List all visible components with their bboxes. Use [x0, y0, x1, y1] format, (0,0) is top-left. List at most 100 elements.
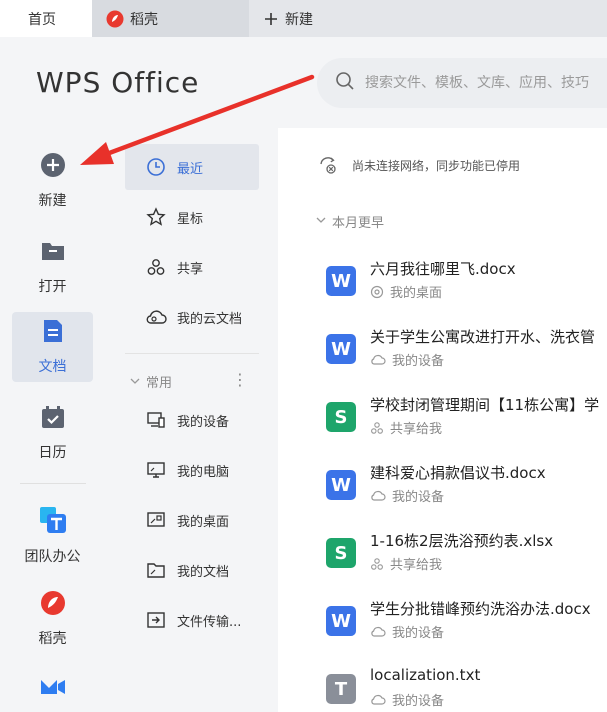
nav-computer-label: 我的电脑 — [177, 464, 230, 480]
tab-bar: 首页 稻壳 新建 — [0, 0, 607, 37]
nav-share-label: 共享 — [177, 261, 204, 277]
desktop-icon — [145, 509, 167, 531]
nav-transfer[interactable]: 文件传输... — [125, 597, 259, 643]
tab-new-label: 新建 — [285, 11, 313, 28]
nav-cloud-label: 我的云文档 — [177, 311, 243, 327]
text-file-icon: T — [326, 674, 356, 704]
tab-home-label: 首页 — [28, 11, 56, 28]
word-doc-icon: W — [326, 266, 356, 296]
nav-computer[interactable]: 我的电脑 — [125, 447, 259, 493]
location-icon — [370, 557, 384, 571]
spreadsheet-icon: S — [326, 402, 356, 432]
location-icon — [370, 354, 386, 366]
section-label: 本月更早 — [332, 216, 385, 231]
file-location: 我的设备 — [370, 486, 444, 505]
chevron-down-icon — [316, 214, 326, 229]
file-row[interactable]: S 1-16栋2层洗浴预约表.xlsx 共享给我 — [326, 530, 607, 586]
spreadsheet-icon: S — [326, 538, 356, 568]
nav-group-label: 常用 — [146, 375, 173, 391]
file-location: 共享给我 — [370, 418, 442, 437]
nav-share[interactable]: 共享 — [125, 244, 259, 290]
wps-logo: WPS Office — [36, 66, 200, 99]
file-location-label: 共享给我 — [390, 422, 443, 437]
tab-daoke[interactable]: 稻壳 — [92, 0, 249, 37]
folder-doc-icon — [145, 559, 167, 581]
star-icon — [145, 206, 167, 228]
nav-transfer-label: 文件传输... — [177, 614, 242, 630]
rail-daoke[interactable]: 稻壳 — [12, 584, 93, 654]
document-icon — [40, 318, 66, 348]
daoke-icon — [106, 10, 124, 28]
file-name: 六月我往哪里飞.docx — [370, 260, 516, 278]
chevron-down-icon — [130, 376, 140, 386]
nav-recent[interactable]: 最近 — [125, 144, 259, 190]
search-box[interactable] — [317, 58, 607, 108]
rail-new-label: 新建 — [38, 193, 67, 209]
rail-docs-label: 文档 — [38, 359, 67, 375]
file-location-label: 我的设备 — [392, 490, 445, 505]
team-icon — [39, 506, 67, 538]
nav-divider — [125, 353, 259, 354]
calendar-icon — [40, 404, 66, 434]
rail-new[interactable]: 新建 — [12, 146, 93, 216]
location-icon — [370, 490, 386, 502]
file-name: 1-16栋2层洗浴预约表.xlsx — [370, 532, 554, 550]
location-icon — [370, 626, 386, 638]
plus-circle-icon — [40, 152, 66, 182]
nav-group-common[interactable]: 常用 ⋮ — [130, 370, 260, 392]
more-icon[interactable]: ⋮ — [232, 370, 248, 389]
location-icon — [370, 694, 386, 706]
rail-open[interactable]: 打开 — [12, 232, 93, 302]
rail-divider — [20, 483, 86, 484]
nav-desktop-label: 我的桌面 — [177, 514, 230, 530]
rail-calendar[interactable]: 日历 — [12, 398, 93, 468]
rail-open-label: 打开 — [38, 279, 67, 295]
nav-recent-label: 最近 — [177, 161, 204, 177]
file-name: 学生分批错峰预约洗浴办法.docx — [370, 600, 591, 618]
nav-star[interactable]: 星标 — [125, 194, 259, 240]
sync-status-text: 尚未连接网络，同步功能已停用 — [352, 158, 521, 173]
tab-home[interactable]: 首页 — [0, 0, 92, 37]
nav-cloud[interactable]: 我的云文档 — [125, 294, 259, 340]
file-location: 共享给我 — [370, 554, 442, 573]
word-doc-icon: W — [326, 606, 356, 636]
rail-calendar-label: 日历 — [38, 445, 67, 461]
nav-device[interactable]: 我的设备 — [125, 397, 259, 443]
file-name: 关于学生公寓改进打开水、洗衣管 — [370, 328, 596, 346]
meeting-icon — [39, 676, 67, 702]
sync-status: 尚未连接网络，同步功能已停用 — [318, 155, 520, 175]
file-row[interactable]: Tlocalization.txt 我的设备 — [326, 666, 607, 712]
rail-docs[interactable]: 文档 — [12, 312, 93, 382]
transfer-icon — [145, 609, 167, 631]
cloud-icon — [145, 306, 167, 328]
file-location: 我的设备 — [370, 622, 444, 641]
location-icon — [370, 421, 384, 435]
file-location: 我的设备 — [370, 350, 444, 369]
word-doc-icon: W — [326, 470, 356, 500]
nav-device-label: 我的设备 — [177, 414, 230, 430]
search-icon — [335, 71, 355, 95]
search-input[interactable] — [365, 75, 607, 91]
file-location-label: 共享给我 — [390, 558, 443, 573]
file-location: 我的桌面 — [370, 282, 442, 301]
nav-my-docs[interactable]: 我的文档 — [125, 547, 259, 593]
tab-new[interactable]: 新建 — [249, 0, 607, 37]
file-row[interactable]: W 学生分批错峰预约洗浴办法.docx 我的设备 — [326, 598, 607, 654]
rail-meeting[interactable] — [12, 670, 93, 712]
file-location-label: 我的设备 — [392, 354, 445, 369]
file-row[interactable]: W 建科爱心捐款倡议书.docx 我的设备 — [326, 462, 607, 518]
file-location-label: 我的桌面 — [390, 286, 443, 301]
file-row[interactable]: W 关于学生公寓改进打开水、洗衣管 我的设备 — [326, 326, 607, 382]
rail-team[interactable]: 团队办公 — [12, 500, 93, 570]
plus-icon — [263, 11, 279, 27]
file-row[interactable]: W 六月我往哪里飞.docx 我的桌面 — [326, 258, 607, 314]
file-name: localization.txt — [370, 666, 481, 684]
file-name: 学校封闭管理期间【11栋公寓】学 — [370, 396, 600, 414]
section-earlier-this-month[interactable]: 本月更早 — [316, 212, 384, 231]
share-icon — [145, 256, 167, 278]
location-icon — [370, 285, 384, 299]
daoke-icon — [40, 590, 66, 620]
nav-desktop[interactable]: 我的桌面 — [125, 497, 259, 543]
computer-icon — [145, 459, 167, 481]
file-row[interactable]: S 学校封闭管理期间【11栋公寓】学共享给我 — [326, 394, 607, 450]
